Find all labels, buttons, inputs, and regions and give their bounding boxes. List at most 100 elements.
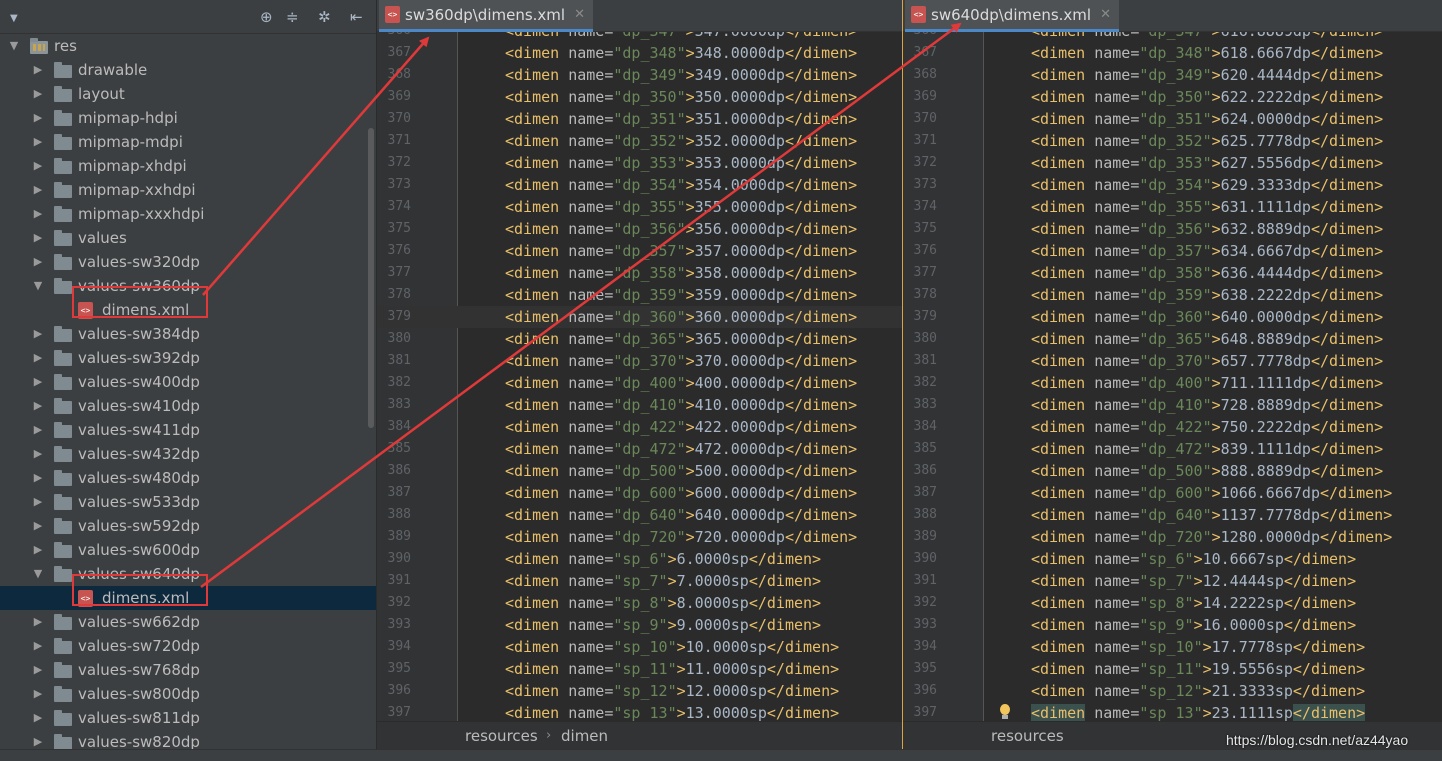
chevron-right-icon[interactable]: ▶ <box>32 178 44 202</box>
chevron-right-icon[interactable]: ▶ <box>32 682 44 706</box>
tree-folder-item[interactable]: ▶ values-sw533dp <box>0 490 376 514</box>
chevron-right-icon[interactable]: ▶ <box>32 442 44 466</box>
chevron-right-icon[interactable]: ▶ <box>32 346 44 370</box>
tree-folder-item[interactable]: ▶ mipmap-xhdpi <box>0 154 376 178</box>
tree-folder-item[interactable]: ▶ values-sw480dp <box>0 466 376 490</box>
dimen-value: 648.8889dp <box>1220 330 1311 348</box>
tree-folder-item[interactable]: ▶ values-sw592dp <box>0 514 376 538</box>
code-line: 379 <dimen name="dp_360">360.0000dp</dime… <box>377 306 902 328</box>
lightbulb-icon[interactable] <box>999 704 1011 720</box>
code-line: 385 <dimen name="dp_472">472.0000dp</dime… <box>377 438 902 460</box>
line-number: 374 <box>913 199 937 214</box>
code-line: 392 <dimen name="sp_8">14.2222sp</dimen> <box>903 592 1442 614</box>
tree-folder-item[interactable]: ▶ mipmap-hdpi <box>0 106 376 130</box>
chevron-right-icon[interactable]: ▶ <box>32 154 44 178</box>
tree-folder-item[interactable]: ▶ mipmap-mdpi <box>0 130 376 154</box>
locate-icon[interactable]: ⊕ <box>260 9 273 25</box>
tree-folder-item[interactable]: ▶ values-sw820dp <box>0 730 376 749</box>
tree-folder-item[interactable]: ▶ mipmap-xxxhdpi <box>0 202 376 226</box>
chevron-right-icon[interactable]: ▶ <box>32 370 44 394</box>
code-line: 368 <dimen name="dp_349">620.4444dp</dime… <box>903 64 1442 86</box>
chevron-right-icon[interactable]: ▶ <box>32 706 44 730</box>
dimen-value: 400.0000dp <box>694 374 785 392</box>
gear-icon[interactable]: ✲ <box>318 9 331 25</box>
tree-folder-item[interactable]: ▶ values-sw720dp <box>0 634 376 658</box>
dimen-name: dp_353 <box>622 154 677 172</box>
code-line: 382 <dimen name="dp_400">711.1111dp</dime… <box>903 372 1442 394</box>
dimen-name: dp_600 <box>622 484 677 502</box>
breadcrumb-item[interactable]: resources <box>465 722 538 749</box>
editor-sw640dp: 366<dimen name="dp_347">616.8889dp</dime… <box>903 0 1442 749</box>
tree-item-label: res <box>54 37 77 55</box>
dimen-value: 625.7778dp <box>1220 132 1311 150</box>
chevron-right-icon[interactable]: ▶ <box>32 490 44 514</box>
tree-folder-item[interactable]: ▶ values-sw768dp <box>0 658 376 682</box>
breadcrumb-item[interactable]: dimen <box>561 722 608 749</box>
chevron-down-icon[interactable]: ▼ <box>8 34 20 58</box>
tree-folder-item[interactable]: ▶ layout <box>0 82 376 106</box>
tree-folder-item[interactable]: ▶ values-sw392dp <box>0 346 376 370</box>
tree-folder-item[interactable]: ▶ values-sw662dp <box>0 610 376 634</box>
chevron-right-icon[interactable]: ▶ <box>32 418 44 442</box>
dimen-name: dp_352 <box>622 132 677 150</box>
chevron-right-icon[interactable]: ▶ <box>32 514 44 538</box>
tree-folder-item[interactable]: ▶ values <box>0 226 376 250</box>
chevron-down-icon[interactable]: ▼ <box>32 562 44 586</box>
chevron-right-icon[interactable]: ▶ <box>32 226 44 250</box>
tree-scrollbar[interactable] <box>368 128 374 428</box>
tree-folder-item[interactable]: ▶ values-sw432dp <box>0 442 376 466</box>
chevron-down-icon[interactable]: ▼ <box>32 274 44 298</box>
chevron-right-icon[interactable]: ▶ <box>32 730 44 749</box>
hide-icon[interactable]: ⇤ <box>350 9 363 25</box>
tree-file-item[interactable]: <> dimens.xml <box>0 286 376 322</box>
collapse-icon[interactable]: ≑ <box>286 9 299 25</box>
tree-folder-item[interactable]: ▶ values-sw600dp <box>0 538 376 562</box>
tree-item-label: values-sw662dp <box>78 613 200 631</box>
tree-folder-item[interactable]: ▶ values-sw320dp <box>0 250 376 274</box>
chevron-right-icon[interactable]: ▶ <box>32 322 44 346</box>
tree-folder-item[interactable]: ▼ res <box>0 34 376 58</box>
line-number: 396 <box>913 683 937 698</box>
dimen-value: 410.0000dp <box>694 396 785 414</box>
dimen-name: dp_400 <box>1148 374 1203 392</box>
chevron-right-icon[interactable]: ▶ <box>32 658 44 682</box>
tab-sw360dp-dimens[interactable]: <> sw360dp\dimens.xml ✕ <box>379 0 593 32</box>
code-line: 393 <dimen name="sp_9">16.0000sp</dimen> <box>903 614 1442 636</box>
tree-folder-item[interactable]: ▶ values-sw800dp <box>0 682 376 706</box>
code-line: 380 <dimen name="dp_365">365.0000dp</dime… <box>377 328 902 350</box>
dimen-name: sp_8 <box>622 594 659 612</box>
chevron-right-icon[interactable]: ▶ <box>32 202 44 226</box>
dimen-value: 640.0000dp <box>694 506 785 524</box>
tree-folder-item[interactable]: ▶ values-sw410dp <box>0 394 376 418</box>
dimen-name: dp_640 <box>622 506 677 524</box>
line-number: 382 <box>913 375 937 390</box>
tree-folder-item[interactable]: ▶ mipmap-xxhdpi <box>0 178 376 202</box>
tree-folder-item[interactable]: ▶ values-sw400dp <box>0 370 376 394</box>
chevron-right-icon[interactable]: ▶ <box>32 466 44 490</box>
close-icon[interactable]: ✕ <box>1100 7 1111 22</box>
dimen-name: dp_352 <box>1148 132 1203 150</box>
tree-item-label: values-sw410dp <box>78 397 200 415</box>
chevron-right-icon[interactable]: ▶ <box>32 610 44 634</box>
folder-icon <box>54 662 72 678</box>
tree-folder-item[interactable]: ▶ values-sw811dp <box>0 706 376 730</box>
chevron-right-icon[interactable]: ▶ <box>32 130 44 154</box>
chevron-right-icon[interactable]: ▶ <box>32 538 44 562</box>
dropdown-icon[interactable]: ▼ <box>10 11 18 27</box>
tree-folder-item[interactable]: ▶ drawable <box>0 58 376 82</box>
tree-folder-item[interactable]: ▶ values-sw411dp <box>0 418 376 442</box>
dimen-name: dp_350 <box>1148 88 1203 106</box>
chevron-right-icon[interactable]: ▶ <box>32 58 44 82</box>
chevron-right-icon[interactable]: ▶ <box>32 106 44 130</box>
close-icon[interactable]: ✕ <box>574 7 585 22</box>
tree-file-item[interactable]: <> dimens.xml <box>0 574 376 610</box>
breadcrumb-item[interactable]: resources <box>991 722 1064 749</box>
code-line: 382 <dimen name="dp_400">400.0000dp</dime… <box>377 372 902 394</box>
tab-sw640dp-dimens[interactable]: <> sw640dp\dimens.xml ✕ <box>905 0 1119 32</box>
chevron-right-icon[interactable]: ▶ <box>32 394 44 418</box>
chevron-right-icon[interactable]: ▶ <box>32 250 44 274</box>
chevron-right-icon[interactable]: ▶ <box>32 82 44 106</box>
chevron-right-icon[interactable]: ▶ <box>32 634 44 658</box>
tree-folder-item[interactable]: ▶ values-sw384dp <box>0 322 376 346</box>
dimen-name: dp_350 <box>622 88 677 106</box>
